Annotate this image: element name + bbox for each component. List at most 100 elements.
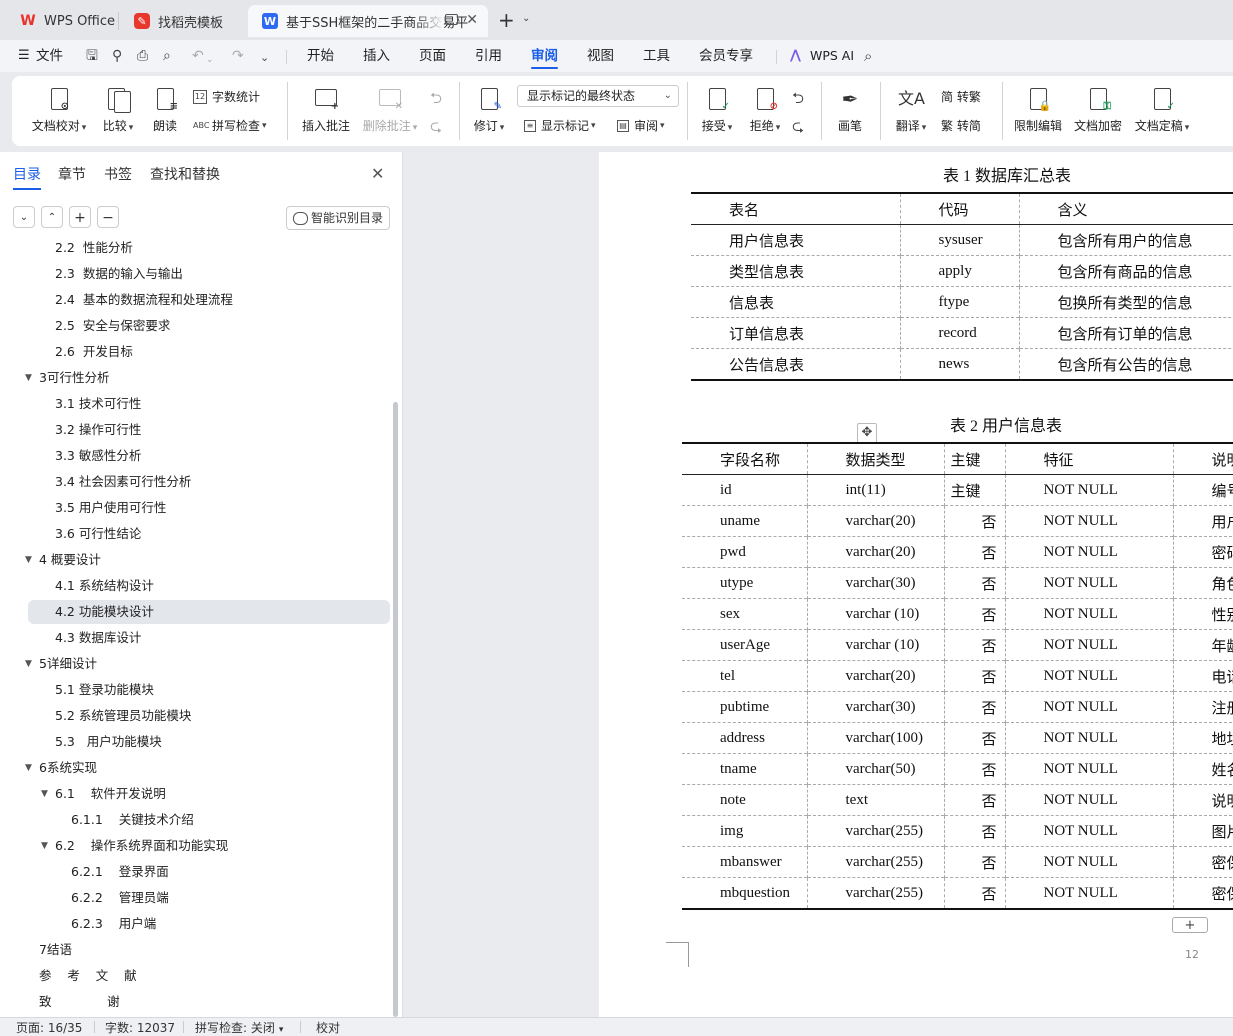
expand-caret-icon[interactable]: ▼: [41, 834, 48, 858]
table-cell[interactable]: varchar(20): [806, 536, 944, 568]
table-cell[interactable]: NOT NULL: [1004, 474, 1173, 506]
table-cell[interactable]: 包换所有类型的信息: [1018, 286, 1233, 318]
print-icon[interactable]: ⎙: [137, 48, 148, 64]
table-cell[interactable]: 否: [943, 722, 1005, 754]
spell-check-button[interactable]: ABC 拼写检查 ▾: [193, 117, 267, 134]
table-header-cell[interactable]: 代码: [899, 193, 1019, 225]
table-cell[interactable]: 否: [943, 660, 1005, 692]
next-change-icon[interactable]: ⮎: [792, 116, 804, 141]
toc-item[interactable]: 2.4 基本的数据流程和处理流程: [0, 288, 390, 312]
table-cell[interactable]: 包含所有订单的信息: [1018, 317, 1233, 349]
add-row-button[interactable]: +: [1172, 917, 1208, 933]
menu-tools[interactable]: 工具: [643, 40, 670, 72]
table-cell[interactable]: NOT NULL: [1004, 567, 1173, 599]
table-cell[interactable]: 否: [943, 784, 1005, 816]
table-cell[interactable]: pubtime: [682, 691, 807, 723]
table-cell[interactable]: 否: [943, 691, 1005, 723]
table-cell[interactable]: news: [899, 348, 1019, 380]
toc-item[interactable]: 6.2.2 管理员端: [0, 886, 390, 910]
close-tab-icon[interactable]: ✕: [466, 12, 478, 28]
table-header-cell[interactable]: 字段名称: [682, 443, 807, 475]
table-cell[interactable]: 否: [943, 753, 1005, 785]
table-cell[interactable]: NOT NULL: [1004, 784, 1173, 816]
table-cell[interactable]: NOT NULL: [1004, 660, 1173, 692]
table-cell[interactable]: int(11): [806, 474, 944, 506]
share-link-icon[interactable]: ⚲: [112, 48, 122, 64]
menu-page[interactable]: 页面: [419, 40, 446, 72]
undo-dropdown-icon[interactable]: ⌄: [206, 52, 214, 68]
tab-wps-office[interactable]: W WPS Office: [6, 5, 116, 37]
toc-item[interactable]: ▼ 6.2 操作系统界面和功能实现: [0, 834, 390, 858]
track-changes-button[interactable]: ✎ 修订 ▾: [470, 86, 508, 134]
table-cell[interactable]: 地址: [1172, 722, 1233, 754]
table-cell[interactable]: varchar(30): [806, 567, 944, 599]
review-pane-button[interactable]: ▤ 审阅 ▾: [617, 117, 665, 134]
print-preview-icon[interactable]: ⌕: [163, 48, 171, 64]
menu-wps-ai[interactable]: WPS AI: [810, 40, 854, 72]
table-cell[interactable]: record: [899, 317, 1019, 349]
table-cell[interactable]: pwd: [682, 536, 807, 568]
table-cell[interactable]: NOT NULL: [1004, 598, 1173, 630]
table-cell[interactable]: NOT NULL: [1004, 505, 1173, 537]
toc-item[interactable]: 3.5 用户使用可行性: [0, 496, 390, 520]
menu-references[interactable]: 引用: [475, 40, 502, 72]
table-cell[interactable]: varchar(20): [806, 660, 944, 692]
word-count-indicator[interactable]: 字数: 12037: [105, 1019, 175, 1036]
table-cell[interactable]: mbquestion: [682, 877, 807, 909]
compare-button[interactable]: 比较 ▾: [98, 86, 138, 134]
toc-item[interactable]: 7结语: [0, 938, 390, 962]
toc-item[interactable]: 6.1.1 关键技术介绍: [0, 808, 390, 832]
document-page[interactable]: 表 1 数据库汇总表 表名 代码 含义 用户信息表 sysuser 包含所有用户的信息 类型…: [599, 152, 1233, 1017]
toc-item[interactable]: 3.2 操作可行性: [0, 418, 390, 442]
smart-toc-button[interactable]: 智能识别目录: [286, 206, 390, 230]
table-cell[interactable]: 姓名: [1172, 753, 1233, 785]
next-comment-icon[interactable]: ⮎: [430, 116, 442, 141]
toc-item[interactable]: 3.6 可行性结论: [0, 522, 390, 546]
table-cell[interactable]: utype: [682, 567, 807, 599]
nav-tab-find-replace[interactable]: 查找和替换: [150, 164, 220, 184]
monitor-icon[interactable]: [445, 14, 458, 25]
table-cell[interactable]: varchar(20): [806, 505, 944, 537]
table-cell[interactable]: 公告信息表: [691, 348, 900, 380]
toc-item[interactable]: 3.1 技术可行性: [0, 392, 390, 416]
remove-heading-button[interactable]: −: [97, 206, 119, 228]
toc-item[interactable]: ▼ 5详细设计: [0, 652, 390, 676]
table-cell[interactable]: varchar (10): [806, 629, 944, 661]
table-cell[interactable]: 用户信息表: [691, 224, 900, 256]
previous-change-icon[interactable]: ⮌: [792, 88, 804, 113]
tab-active-document[interactable]: W 基于SSH框架的二手商品交易平 ✕: [248, 5, 488, 37]
table-cell[interactable]: NOT NULL: [1004, 846, 1173, 878]
table-cell[interactable]: NOT NULL: [1004, 536, 1173, 568]
delete-comment-button[interactable]: ✕ 删除批注 ▾: [360, 86, 420, 134]
menu-file[interactable]: 文件: [36, 40, 63, 72]
expand-caret-icon[interactable]: ▼: [25, 366, 32, 390]
translate-button[interactable]: 文A 翻译 ▾: [892, 86, 930, 134]
table-cell[interactable]: 包含所有公告的信息: [1018, 348, 1233, 380]
toc-item[interactable]: 2.3 数据的输入与输出: [0, 262, 390, 286]
table-header-cell[interactable]: 表名: [691, 193, 900, 225]
insert-comment-button[interactable]: + 插入批注: [299, 86, 353, 134]
menu-review[interactable]: 审阅: [531, 40, 558, 72]
encrypt-button[interactable]: ⚿ 文档加密: [1072, 86, 1124, 134]
table-cell[interactable]: NOT NULL: [1004, 722, 1173, 754]
markup-state-select[interactable]: 显示标记的最终状态 ⌄: [517, 85, 679, 107]
table-cell[interactable]: sex: [682, 598, 807, 630]
table-cell[interactable]: 说明: [1172, 784, 1233, 816]
toc-item[interactable]: 6.2.1 登录界面: [0, 860, 390, 884]
table-cell[interactable]: sysuser: [899, 224, 1019, 256]
table-cell[interactable]: NOT NULL: [1004, 815, 1173, 847]
redo-icon[interactable]: ↷: [232, 48, 244, 64]
pen-button[interactable]: ✒ 画笔: [835, 86, 865, 134]
table-cell[interactable]: NOT NULL: [1004, 691, 1173, 723]
new-tab-plus-icon[interactable]: +: [498, 8, 515, 32]
table-cell[interactable]: 否: [943, 598, 1005, 630]
show-markup-button[interactable]: ≡ 显示标记 ▾: [524, 117, 596, 134]
table-cell[interactable]: NOT NULL: [1004, 877, 1173, 909]
toc-item[interactable]: 参 考 文 献: [0, 964, 390, 988]
expand-caret-icon[interactable]: ▼: [25, 548, 32, 572]
undo-icon[interactable]: ↶: [192, 48, 204, 64]
table-cell[interactable]: 否: [943, 505, 1005, 537]
table-cell[interactable]: varchar(255): [806, 815, 944, 847]
toc-item[interactable]: 4.1 系统结构设计: [0, 574, 390, 598]
table-cell[interactable]: img: [682, 815, 807, 847]
